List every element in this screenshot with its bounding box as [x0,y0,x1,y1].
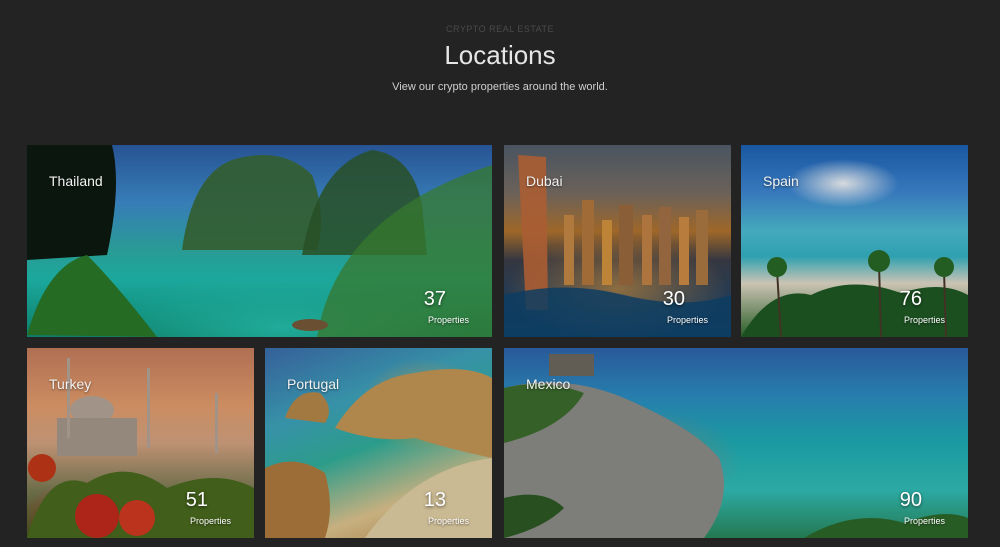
property-label: Properties [903,516,945,526]
property-count: 13 [423,489,446,511]
location-name: Turkey [49,376,92,392]
location-card-turkey[interactable]: Turkey 51 Properties [27,348,254,538]
property-label: Properties [666,315,708,325]
location-name: Thailand [49,173,103,189]
property-count: 37 [423,288,446,310]
property-label: Properties [427,516,469,526]
location-card-spain[interactable]: Spain 76 Properties [741,145,968,337]
property-count: 30 [662,288,685,310]
property-count: 90 [899,489,922,511]
page-subtitle: View our crypto properties around the wo… [392,81,608,93]
section-eyebrow: CRYPTO REAL ESTATE [445,24,555,34]
property-label: Properties [189,516,231,526]
location-name: Portugal [287,376,340,392]
property-count: 51 [185,489,208,511]
location-card-portugal[interactable]: Portugal 13 Properties [265,348,492,538]
location-card-mexico[interactable]: Mexico 90 Properties [504,348,968,538]
property-label: Properties [427,315,469,325]
property-count: 76 [899,288,922,310]
location-name: Spain [763,173,799,189]
locations-page: CRYPTO REAL ESTATE Locations View our cr… [0,0,1000,547]
location-name: Dubai [526,173,563,189]
location-card-thailand[interactable]: Thailand 37 Properties [27,145,492,337]
page-title: Locations [444,40,556,70]
location-card-dubai[interactable]: Dubai 30 Properties [504,145,731,337]
property-label: Properties [903,315,945,325]
location-name: Mexico [526,376,571,392]
